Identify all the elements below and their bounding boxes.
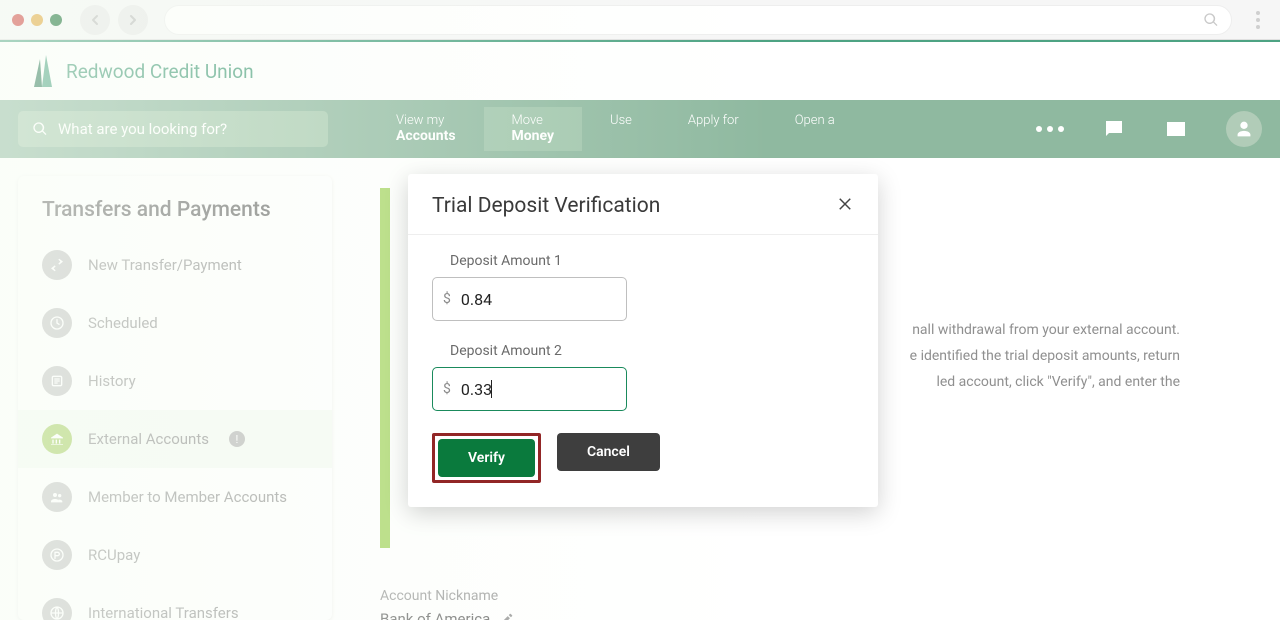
window-minimize-icon[interactable]	[31, 14, 43, 26]
window-maximize-icon[interactable]	[50, 14, 62, 26]
chevron-right-icon	[125, 12, 141, 28]
deposit-2-field: Deposit Amount 2 $ 0.33	[432, 343, 854, 411]
deposit-1-label: Deposit Amount 1	[432, 253, 854, 269]
trial-deposit-modal: Trial Deposit Verification Deposit Amoun…	[408, 174, 878, 507]
search-icon	[1203, 12, 1219, 28]
deposit-1-field: Deposit Amount 1 $	[432, 253, 854, 321]
browser-chrome	[0, 0, 1280, 40]
verify-button[interactable]: Verify	[438, 439, 535, 477]
deposit-1-input-row[interactable]: $	[432, 277, 627, 321]
deposit-2-value-text: 0.33	[461, 380, 492, 399]
text-caret	[491, 380, 492, 398]
deposit-2-label: Deposit Amount 2	[432, 343, 854, 359]
modal-header: Trial Deposit Verification	[408, 174, 878, 235]
modal-backdrop: Trial Deposit Verification Deposit Amoun…	[0, 40, 1280, 620]
deposit-2-input-row[interactable]: $ 0.33	[432, 367, 627, 411]
browser-forward-button[interactable]	[118, 5, 148, 35]
currency-symbol: $	[443, 381, 451, 397]
url-bar[interactable]	[164, 5, 1232, 35]
window-controls[interactable]	[12, 14, 62, 26]
currency-symbol: $	[443, 291, 451, 307]
modal-button-row: Verify Cancel	[432, 433, 854, 483]
window-close-icon[interactable]	[12, 14, 24, 26]
browser-menu-button[interactable]	[1248, 5, 1268, 35]
modal-body: Deposit Amount 1 $ Deposit Amount 2 $ 0.…	[408, 235, 878, 507]
modal-title: Trial Deposit Verification	[432, 194, 660, 218]
tutorial-highlight: Verify	[432, 433, 541, 483]
modal-close-button[interactable]	[836, 195, 854, 217]
close-icon	[836, 195, 854, 213]
browser-back-button[interactable]	[80, 5, 110, 35]
chevron-left-icon	[87, 12, 103, 28]
cancel-button[interactable]: Cancel	[557, 433, 660, 471]
deposit-1-input[interactable]	[461, 290, 616, 309]
